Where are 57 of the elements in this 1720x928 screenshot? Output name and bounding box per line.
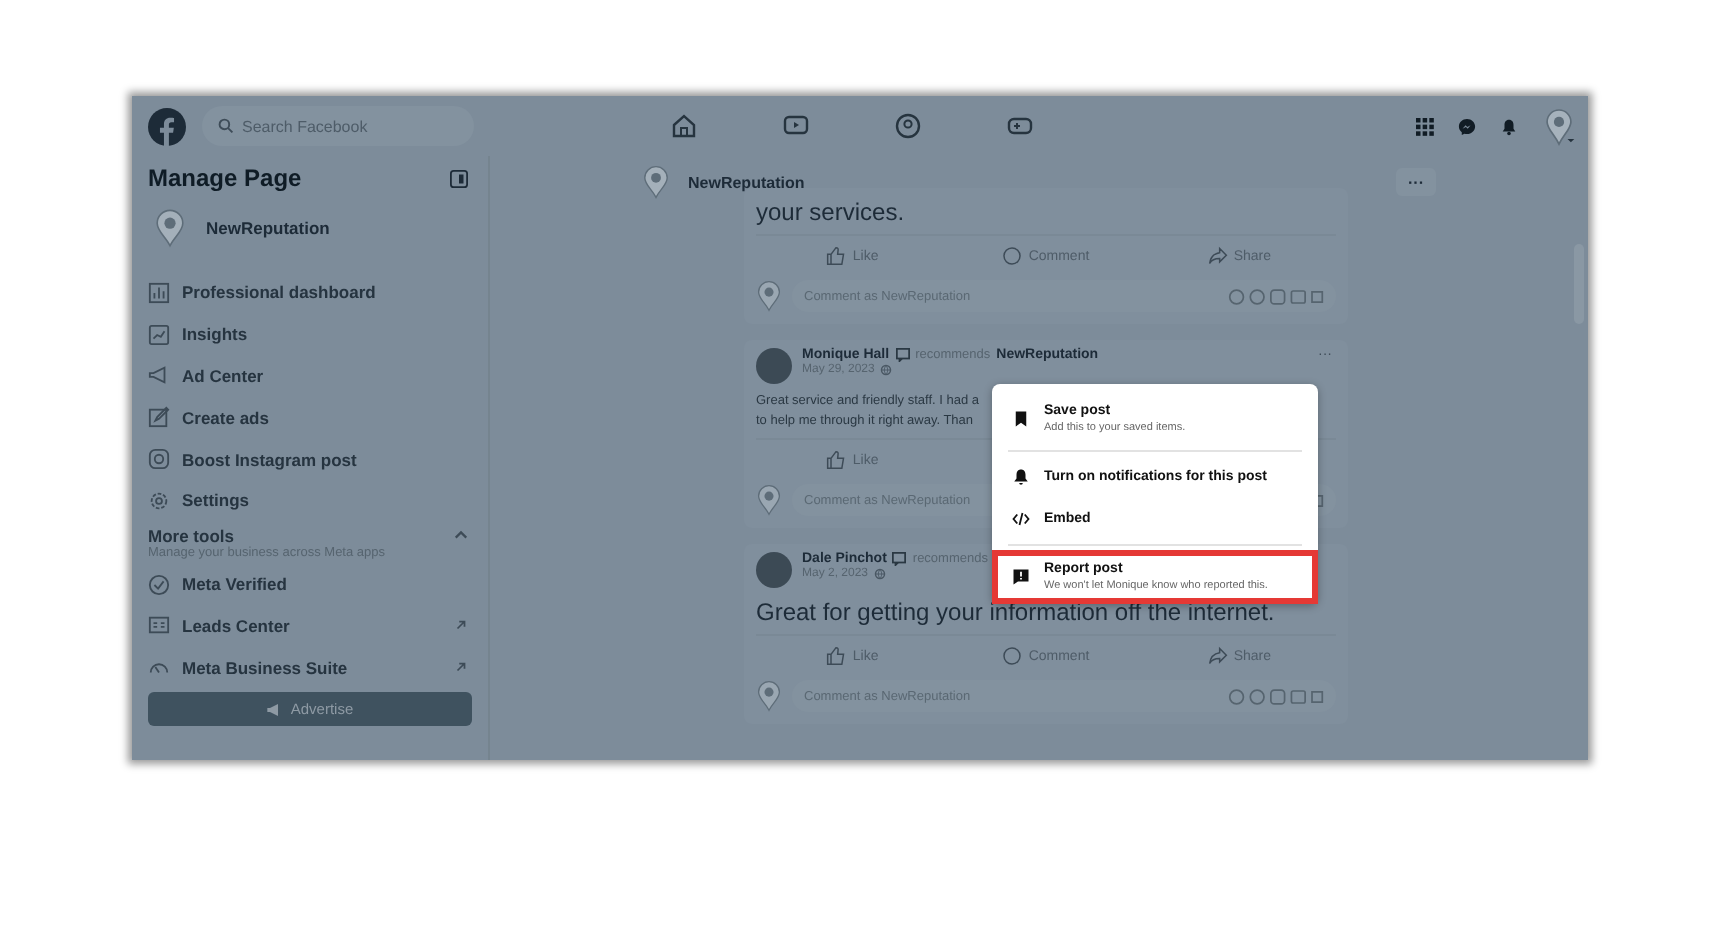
globe-icon [880,364,893,376]
external-link-icon [454,660,468,675]
facebook-logo-icon[interactable] [148,107,186,145]
bookmark-icon [1012,410,1030,428]
sidebar-item[interactable]: Settings [148,479,472,522]
sidebar-item[interactable]: Create ads [148,396,472,439]
video-icon[interactable] [782,112,810,140]
groups-icon[interactable] [894,112,922,140]
chart-icon [148,323,170,346]
page-avatar-icon [642,164,670,200]
flag-icon [1012,568,1030,586]
user-avatar [756,552,792,588]
sidebar-item[interactable]: Boost Instagram post [148,438,472,480]
sidebar-item[interactable]: Ad Center [148,355,472,397]
card-icon [148,614,170,637]
sidebar-item[interactable]: Meta Verified [148,563,472,606]
recommend-icon [895,348,910,362]
page-name: NewReputation [688,173,805,191]
caret-icon[interactable] [454,528,468,543]
megaphone-icon [266,701,283,718]
page-avatar-icon [756,680,782,712]
section-title: More tools [148,525,234,546]
sidebar-item[interactable]: Leads Center [148,605,472,647]
sidebar-item[interactable]: Professional dashboard [148,272,472,314]
sidebar-item[interactable]: Meta Business Suite [148,646,472,689]
user-avatar [756,348,792,384]
comment-icon [1002,646,1023,666]
like-icon [826,450,847,470]
more-options-button[interactable]: ··· [1396,168,1436,196]
check-icon [148,573,170,596]
comment-icon [1002,246,1023,266]
code-icon [1012,510,1030,528]
home-icon[interactable] [670,112,698,140]
like-icon [826,246,847,266]
share-icon [1207,246,1228,266]
page-avatar-icon [756,484,782,516]
pencil-icon [148,406,170,429]
page-switcher[interactable]: NewReputation [148,200,472,256]
sidebar-title: Manage Page [148,164,302,192]
external-link-icon [454,618,468,633]
profile-avatar-icon[interactable] [1542,107,1576,145]
page-avatar-icon [756,280,782,312]
post-text: your services. [756,196,905,228]
bell-icon[interactable] [1500,117,1518,135]
settings-icon [148,489,170,512]
globe-icon [874,568,887,580]
sidebar-item[interactable]: Insights [148,313,472,356]
share-icon [1207,646,1228,666]
page-avatar-icon [154,208,186,248]
bell-icon [1012,468,1030,486]
sidebar-toggle-icon[interactable] [450,169,468,187]
messenger-icon[interactable] [1458,117,1476,135]
search-icon [218,118,234,134]
grid-menu-icon[interactable] [1416,117,1434,135]
like-icon [826,646,847,666]
gaming-icon[interactable] [1006,112,1034,140]
recommend-icon [892,552,907,566]
